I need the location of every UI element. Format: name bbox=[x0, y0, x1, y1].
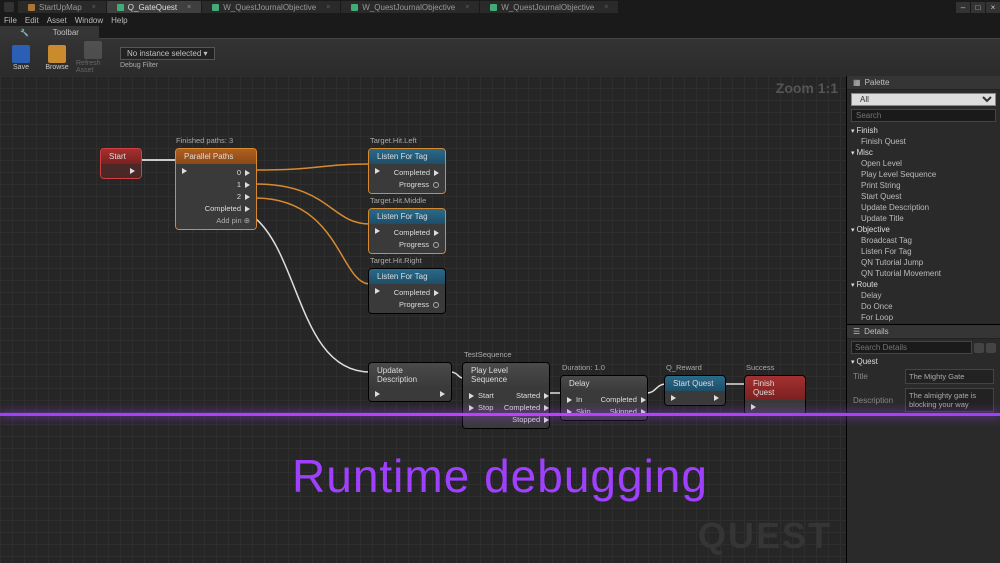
palette-panel: ▦Palette All FinishFinish QuestMiscOpen … bbox=[847, 76, 1000, 324]
save-button[interactable]: Save bbox=[4, 45, 38, 71]
details-icon: ☰ bbox=[853, 327, 860, 336]
node-label: Target.Hit.Left bbox=[370, 136, 417, 145]
browse-icon bbox=[48, 45, 66, 63]
editor-tab[interactable]: W_QuestJournalObjective× bbox=[202, 1, 340, 13]
palette-item[interactable]: Do Once bbox=[847, 301, 1000, 312]
details-value[interactable]: The Mighty Gate bbox=[905, 369, 994, 384]
node-title: Parallel Paths bbox=[176, 149, 256, 164]
editor-tab[interactable]: Q_GateQuest× bbox=[107, 1, 201, 13]
palette-search[interactable] bbox=[851, 109, 996, 122]
details-section-quest[interactable]: Quest bbox=[847, 356, 1000, 367]
ue-logo bbox=[4, 2, 14, 12]
palette-category[interactable]: Route bbox=[847, 279, 1000, 290]
menu-asset[interactable]: Asset bbox=[47, 16, 67, 25]
toolbar-tab-label[interactable]: 🔧Toolbar bbox=[0, 26, 99, 39]
zoom-indicator: Zoom 1:1 bbox=[776, 80, 838, 96]
palette-icon: ▦ bbox=[853, 78, 861, 87]
node-title: Delay bbox=[561, 376, 647, 391]
palette-item[interactable]: Listen For Tag bbox=[847, 246, 1000, 257]
palette-item[interactable]: Start Quest bbox=[847, 191, 1000, 202]
node-update-description[interactable]: Update Description bbox=[368, 362, 452, 402]
palette-item[interactable]: Open Level bbox=[847, 158, 1000, 169]
save-icon bbox=[12, 45, 30, 63]
palette-category[interactable]: Objective bbox=[847, 224, 1000, 235]
node-title: Listen For Tag bbox=[369, 149, 445, 164]
tab-icon bbox=[28, 4, 35, 11]
toolbar: Save Browse Refresh Asset No instance se… bbox=[0, 38, 1000, 76]
eye-icon[interactable] bbox=[986, 343, 996, 353]
node-title: Finish Quest bbox=[745, 376, 805, 400]
palette-category-combo[interactable]: All bbox=[851, 93, 996, 106]
node-title: Start bbox=[101, 149, 141, 164]
node-finish-quest[interactable]: Finish Quest bbox=[744, 375, 806, 415]
details-row: Description The almighty gate is blocking… bbox=[847, 386, 1000, 414]
refresh-icon bbox=[84, 41, 102, 59]
tab-icon bbox=[351, 4, 358, 11]
node-label: Target.Hit.Middle bbox=[370, 196, 426, 205]
debug-filter-label: Debug Filter bbox=[120, 62, 215, 69]
window-buttons: – □ × bbox=[955, 2, 1000, 13]
details-value[interactable]: The almighty gate is blocking your way bbox=[905, 388, 994, 412]
editor-tab[interactable]: W_QuestJournalObjective× bbox=[480, 1, 618, 13]
palette-category[interactable]: Finish bbox=[847, 125, 1000, 136]
palette-item[interactable]: Finish Quest bbox=[847, 136, 1000, 147]
editor-tab[interactable]: W_QuestJournalObjective× bbox=[341, 1, 479, 13]
toolbar-tab: 🔧Toolbar bbox=[0, 26, 1000, 38]
node-listen-for-tag[interactable]: Listen For Tag Completed Progress bbox=[368, 148, 446, 194]
node-label: Q_Reward bbox=[666, 363, 702, 372]
overlay-text: Runtime debugging bbox=[0, 449, 1000, 503]
node-title: Update Description bbox=[369, 363, 451, 387]
search-icon[interactable] bbox=[974, 343, 984, 353]
node-label: Duration: 1.0 bbox=[562, 363, 605, 372]
details-key: Title bbox=[853, 372, 899, 381]
node-start[interactable]: Start bbox=[100, 148, 142, 179]
debug-filter-combo[interactable]: No instance selected ▾ bbox=[120, 47, 215, 60]
debug-filter: No instance selected ▾ Debug Filter bbox=[120, 47, 215, 69]
node-listen-for-tag[interactable]: Listen For Tag Completed Progress bbox=[368, 208, 446, 254]
details-key: Description bbox=[853, 396, 899, 405]
palette-item[interactable]: Update Description bbox=[847, 202, 1000, 213]
menu-file[interactable]: File bbox=[4, 16, 17, 25]
node-start-quest[interactable]: Start Quest bbox=[664, 375, 726, 406]
tab-icon bbox=[212, 4, 219, 11]
overlay-banner: Runtime debugging bbox=[0, 413, 1000, 563]
palette-category[interactable]: Misc bbox=[847, 147, 1000, 158]
palette-item[interactable]: Play Level Sequence bbox=[847, 169, 1000, 180]
palette-item[interactable]: Print String bbox=[847, 180, 1000, 191]
menu-help[interactable]: Help bbox=[111, 16, 127, 25]
palette-item[interactable]: For Loop bbox=[847, 312, 1000, 323]
palette-item[interactable]: QN Tutorial Jump bbox=[847, 257, 1000, 268]
menu-edit[interactable]: Edit bbox=[25, 16, 39, 25]
palette-item[interactable]: Delay bbox=[847, 290, 1000, 301]
node-title: Listen For Tag bbox=[369, 209, 445, 224]
node-label: Success bbox=[746, 363, 774, 372]
titlebar: StartUpMap×Q_GateQuest×W_QuestJournalObj… bbox=[0, 0, 1000, 14]
node-title: Play Level Sequence bbox=[463, 363, 549, 387]
tab-icon bbox=[117, 4, 124, 11]
details-row: Title The Mighty Gate bbox=[847, 367, 1000, 386]
node-title: Listen For Tag bbox=[369, 269, 445, 284]
editor-tab[interactable]: StartUpMap× bbox=[18, 1, 106, 13]
details-search[interactable] bbox=[851, 341, 972, 354]
node-listen-for-tag[interactable]: Listen For Tag Completed Progress bbox=[368, 268, 446, 314]
details-tab[interactable]: ☰Details bbox=[847, 325, 1000, 339]
node-label: TestSequence bbox=[464, 350, 512, 359]
maximize-button[interactable]: □ bbox=[971, 2, 985, 13]
menu-window[interactable]: Window bbox=[75, 16, 103, 25]
node-title: Start Quest bbox=[665, 376, 725, 391]
node-label: Target.Hit.Right bbox=[370, 256, 422, 265]
node-parallel-paths[interactable]: Parallel Paths 0 1 2 Completed Add pin ⊕ bbox=[175, 148, 257, 230]
tab-icon bbox=[490, 4, 497, 11]
node-label: Finished paths: 3 bbox=[176, 136, 233, 145]
palette-item[interactable]: QN Tutorial Movement bbox=[847, 268, 1000, 279]
palette-item[interactable]: Update Title bbox=[847, 213, 1000, 224]
refresh-asset-button[interactable]: Refresh Asset bbox=[76, 41, 110, 74]
minimize-button[interactable]: – bbox=[956, 2, 970, 13]
palette-tab[interactable]: ▦Palette bbox=[847, 76, 1000, 90]
menubar: File Edit Asset Window Help bbox=[0, 14, 1000, 26]
browse-button[interactable]: Browse bbox=[40, 45, 74, 71]
close-button[interactable]: × bbox=[986, 2, 1000, 13]
palette-item[interactable]: Broadcast Tag bbox=[847, 235, 1000, 246]
